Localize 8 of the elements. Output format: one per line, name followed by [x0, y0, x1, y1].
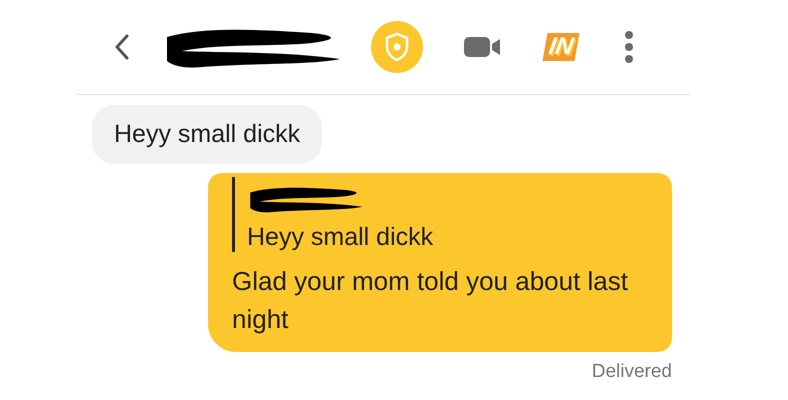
logo-badge[interactable]: IN	[542, 33, 580, 61]
quoted-text: Heyy small dickk	[247, 223, 434, 252]
video-camera-icon[interactable]	[463, 35, 503, 59]
more-menu-icon[interactable]	[625, 31, 633, 63]
back-icon[interactable]	[114, 34, 130, 60]
message-bubble: Heyy small dickk	[92, 105, 322, 164]
message-text: Glad your mom told you about last night	[232, 265, 629, 336]
delivery-status: Delivered	[592, 361, 672, 383]
